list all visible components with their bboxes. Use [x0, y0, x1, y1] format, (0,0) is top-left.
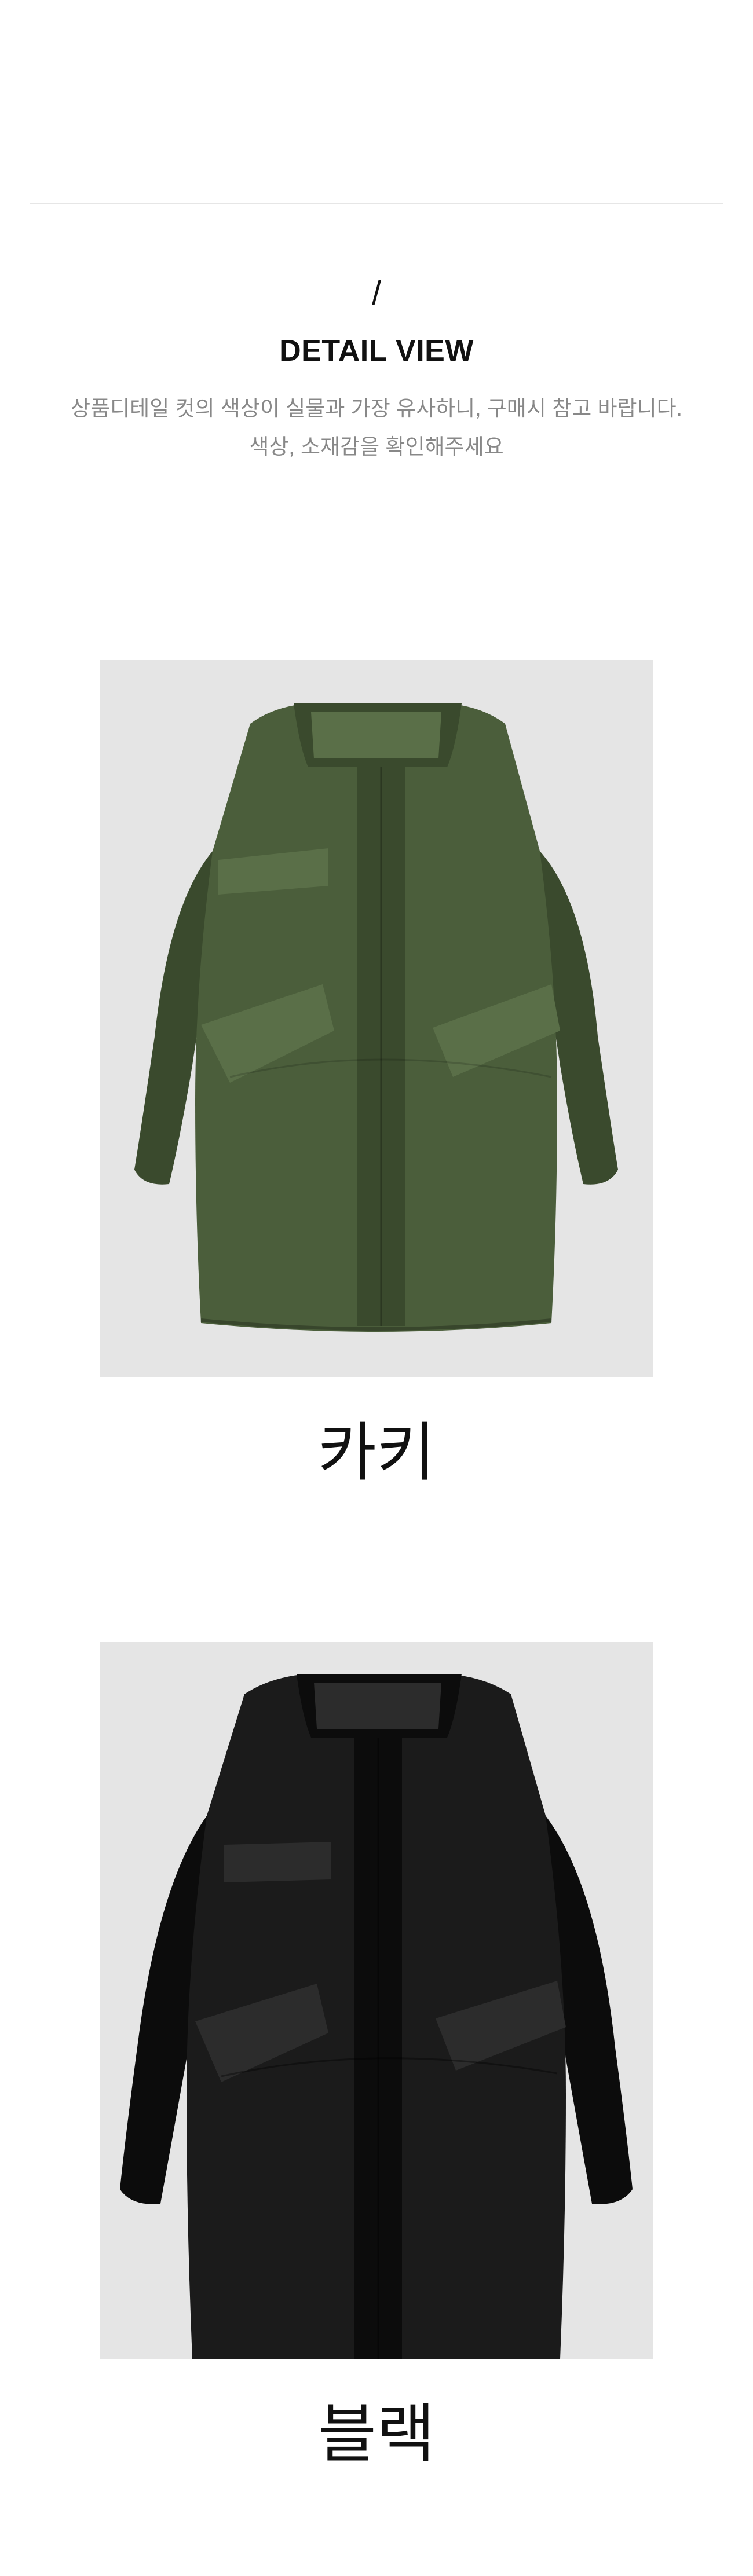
coat-illustration [100, 660, 653, 1377]
section-description-line-1: 상품디테일 컷의 색상이 실물과 가장 유사하니, 구매시 참고 바랍니다. [71, 397, 682, 420]
section-slash: / [371, 274, 382, 312]
product-photo-khaki [100, 660, 653, 1377]
section-description-line-2: 색상, 소재감을 확인해주세요 [249, 435, 504, 459]
product-photo-black [100, 1642, 653, 2359]
product-color-label-black: 블랙 [317, 2399, 436, 2470]
section-divider [30, 203, 723, 204]
section-title: DETAIL VIEW [279, 334, 474, 368]
coat-illustration [100, 1642, 653, 2359]
product-color-label-khaki: 카키 [317, 1417, 436, 1489]
